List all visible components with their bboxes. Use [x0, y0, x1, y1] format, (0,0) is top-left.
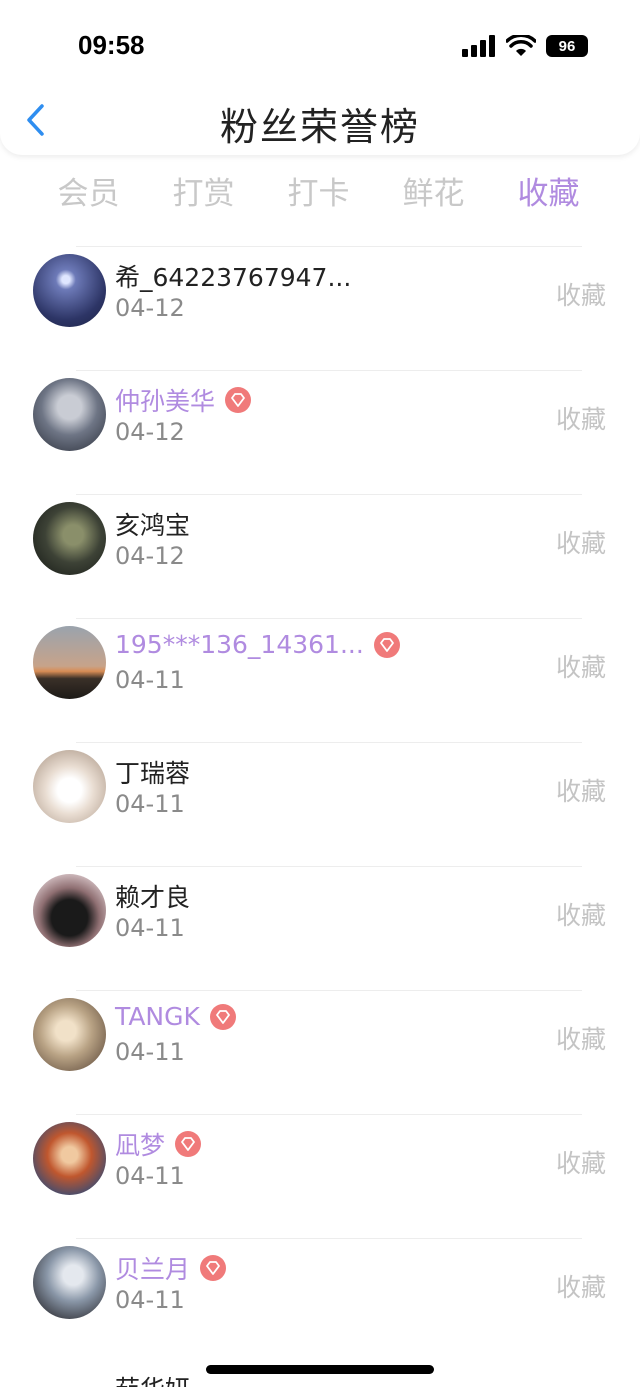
date-label: 04-12 — [115, 294, 185, 322]
list-item[interactable]: 贝兰月 04-11 收藏 — [0, 1238, 640, 1362]
username[interactable]: TANGK — [115, 1002, 236, 1031]
username-text: 亥鸿宝 — [115, 511, 191, 540]
list-item[interactable]: 丁瑞蓉 04-11 收藏 — [0, 742, 640, 866]
action-label: 收藏 — [555, 529, 606, 558]
action-label: 收藏 — [555, 1025, 606, 1054]
avatar[interactable] — [33, 1246, 106, 1319]
action-label: 收藏 — [555, 777, 606, 806]
username[interactable]: 丁瑞蓉 — [115, 754, 190, 790]
status-time: 09:58 — [78, 30, 145, 60]
avatar[interactable] — [33, 1122, 106, 1195]
username-text: TANGK — [115, 1002, 200, 1031]
username[interactable]: 凪梦 — [115, 1126, 202, 1162]
divider — [76, 618, 582, 619]
list-item[interactable]: 希_64223767947... 04-12 收藏 — [0, 246, 640, 370]
wifi-icon — [506, 35, 536, 56]
battery-icon: 96 — [546, 35, 588, 57]
date-label: 04-11 — [115, 666, 185, 694]
date-label: 04-11 — [115, 1038, 185, 1066]
username[interactable]: 亥鸿宝 — [115, 506, 190, 542]
date-label: 04-12 — [115, 418, 185, 446]
date-label: 04-11 — [115, 1162, 185, 1190]
avatar[interactable] — [33, 998, 106, 1071]
username[interactable]: 仲孙美华 — [115, 382, 252, 418]
username-text: 仲孙美华 — [115, 387, 216, 416]
date-label: 04-11 — [115, 790, 185, 818]
signal-icon — [462, 35, 495, 57]
page-title: 粉丝荣誉榜 — [219, 105, 420, 149]
divider — [76, 370, 582, 371]
action-label: 收藏 — [555, 405, 606, 434]
avatar[interactable] — [33, 874, 106, 947]
username-text: 195***136_14361... — [115, 630, 364, 659]
date-label: 04-11 — [115, 1286, 185, 1314]
action-label: 收藏 — [555, 281, 606, 310]
battery-level: 96 — [558, 37, 576, 55]
avatar[interactable] — [33, 750, 106, 823]
username-text: 丁瑞蓉 — [115, 759, 191, 788]
action-label: 收藏 — [555, 901, 606, 930]
tab-bar: 会员 打赏 打卡 鲜花 收藏 — [0, 168, 640, 218]
list-item[interactable]: 凪梦 04-11 收藏 — [0, 1114, 640, 1238]
list-item[interactable]: 仲孙美华 04-12 收藏 — [0, 370, 640, 494]
list-item[interactable]: 亥鸿宝 04-12 收藏 — [0, 494, 640, 618]
action-label: 收藏 — [555, 1273, 606, 1302]
divider — [76, 1238, 582, 1239]
divider — [76, 742, 582, 743]
username[interactable]: 贝兰月 — [115, 1250, 227, 1286]
avatar[interactable] — [33, 254, 106, 327]
home-indicator[interactable] — [206, 1365, 434, 1374]
status-icons: 96 — [462, 35, 588, 57]
header-bar: 09:58 96 粉丝荣誉榜 — [0, 0, 640, 155]
date-label: 04-12 — [115, 542, 185, 570]
username[interactable]: 赖才良 — [115, 878, 190, 914]
tab-reward[interactable]: 打赏 — [146, 168, 261, 213]
list-item[interactable]: 赖才良 04-11 收藏 — [0, 866, 640, 990]
action-label: 收藏 — [555, 1149, 606, 1178]
username-text: 贝兰月 — [115, 1255, 191, 1284]
date-label: 04-11 — [115, 914, 185, 942]
next-username-partial[interactable]: 茹华妍 — [115, 1370, 190, 1387]
divider — [76, 1114, 582, 1115]
username-text: 赖才良 — [115, 883, 191, 912]
vip-diamond-icon — [225, 387, 252, 413]
vip-diamond-icon — [373, 631, 400, 658]
vip-diamond-icon — [175, 1131, 202, 1157]
action-label: 收藏 — [555, 653, 606, 682]
username-text: 希_64223767947... — [115, 263, 352, 292]
divider — [76, 494, 582, 495]
divider — [76, 866, 582, 867]
username[interactable]: 195***136_14361... — [115, 630, 400, 659]
vip-diamond-icon — [200, 1255, 227, 1281]
fan-list: 希_64223767947... 04-12 收藏 仲孙美华 04-12 收藏 … — [0, 246, 640, 1362]
tab-flowers[interactable]: 鲜花 — [376, 168, 491, 213]
vip-diamond-icon — [209, 1003, 236, 1030]
list-item[interactable]: TANGK 04-11 收藏 — [0, 990, 640, 1114]
username-text: 凪梦 — [115, 1131, 166, 1160]
tab-favorites[interactable]: 收藏 — [491, 168, 606, 213]
avatar[interactable] — [33, 626, 106, 699]
avatar[interactable] — [33, 378, 106, 451]
list-item[interactable]: 195***136_14361... 04-11 收藏 — [0, 618, 640, 742]
divider — [76, 246, 582, 247]
avatar[interactable] — [33, 502, 106, 575]
tab-checkin[interactable]: 打卡 — [261, 168, 376, 213]
username[interactable]: 希_64223767947... — [115, 258, 351, 294]
divider — [76, 990, 582, 991]
tab-member[interactable]: 会员 — [31, 168, 146, 213]
